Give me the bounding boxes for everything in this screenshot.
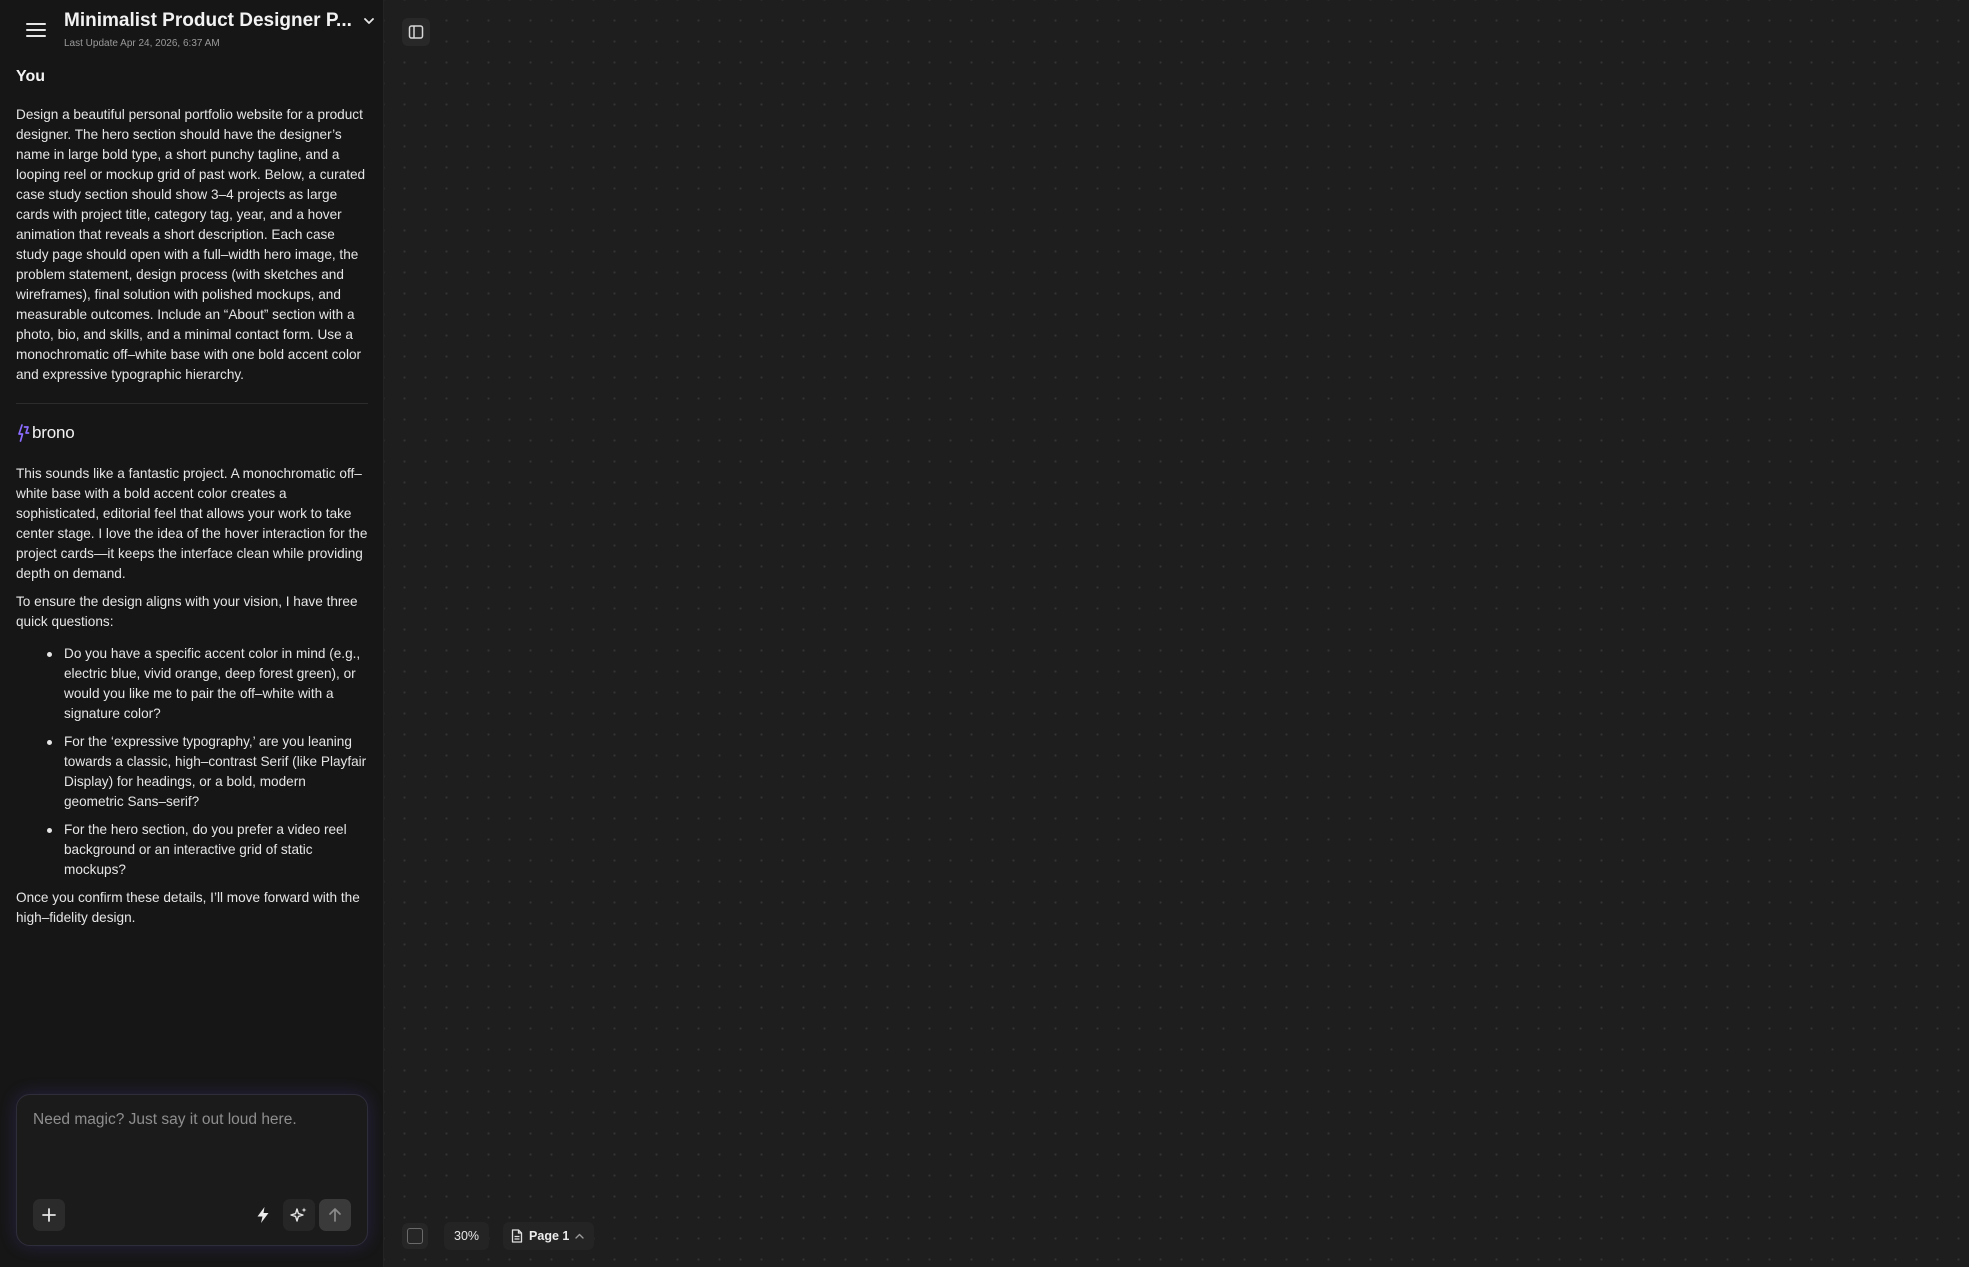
sidebar-header: Minimalist Product Designer P... Last Up… [0,0,384,56]
prompt-input[interactable] [31,1109,353,1179]
menu-button[interactable] [20,16,52,44]
list-item: Do you have a specific accent color in m… [47,644,368,724]
chevron-down-icon [363,17,374,25]
brand-logo-icon [18,424,30,442]
assistant-brand: brono [16,422,368,444]
design-canvas[interactable] [384,0,1969,1267]
document-title-dropdown[interactable]: Minimalist Product Designer P... [64,10,374,32]
zoom-level[interactable]: 30% [444,1222,490,1250]
arrow-up-icon [329,1208,341,1222]
app-window: Minimalist Product Designer P... Last Up… [0,0,1969,1267]
message-divider [16,403,368,404]
add-attachment-button[interactable] [33,1199,65,1231]
question-list: Do you have a specific accent color in m… [16,644,368,880]
chat-thread: You Design a beautiful personal portfoli… [16,68,368,928]
send-button[interactable] [319,1199,351,1231]
plus-icon [42,1208,56,1222]
user-message: Design a beautiful personal portfolio we… [16,107,366,382]
canvas-footer-toolbar: 30% Page 1 [402,1222,595,1250]
quick-mode-button[interactable] [247,1199,279,1231]
user-speaker-label: You [16,68,46,85]
assistant-closing: Once you confirm these details, I’ll mov… [16,890,360,925]
list-item: For the hero section, do you prefer a vi… [47,820,368,880]
hamburger-icon [26,23,46,37]
page-label: Page 1 [529,1229,570,1243]
page-selector[interactable]: Page 1 [503,1222,595,1250]
sparkle-icon [290,1207,307,1222]
sidebar-panel-icon [408,25,424,39]
lightning-icon [257,1207,269,1223]
chat-sidebar: Minimalist Product Designer P... Last Up… [0,0,384,1267]
assistant-intro: This sounds like a fantastic project. A … [16,466,368,581]
square-icon [407,1228,423,1244]
chevron-up-icon [575,1233,585,1239]
last-update-timestamp: Last Update Apr 24, 2026, 6:37 AM [64,38,220,49]
frame-toggle-button[interactable] [402,1223,428,1249]
prompt-composer [16,1094,368,1246]
document-icon [511,1229,523,1243]
assistant-lead: To ensure the design aligns with your vi… [16,594,358,629]
magic-enhance-button[interactable] [283,1199,315,1231]
brand-name: brono [32,423,75,442]
list-item: For the ‘expressive typography,’ are you… [47,732,368,812]
toggle-sidebar-button[interactable] [402,18,430,46]
document-title: Minimalist Product Designer P... [64,10,352,31]
